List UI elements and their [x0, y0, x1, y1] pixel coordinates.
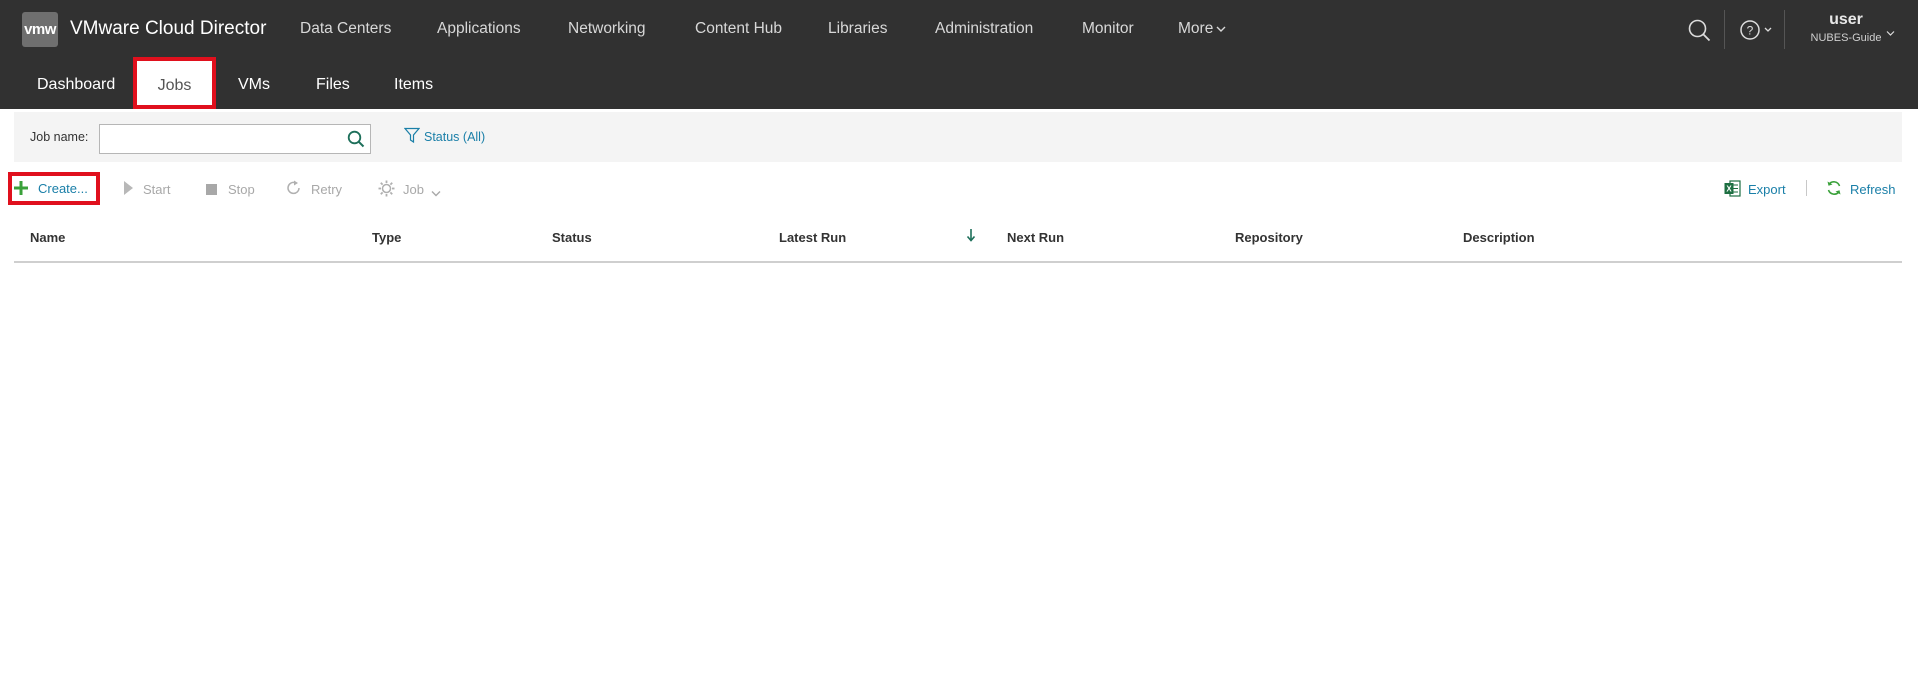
export-label: Export	[1748, 182, 1786, 197]
nav-administration[interactable]: Administration	[935, 20, 1033, 38]
play-icon	[123, 180, 135, 199]
user-name[interactable]: user	[1806, 11, 1886, 29]
toolbar-divider	[1806, 180, 1807, 196]
user-org[interactable]: NUBES-Guide	[1796, 32, 1896, 44]
sub-navigation: Dashboard VMs Files Items	[0, 59, 1918, 109]
stop-icon	[206, 183, 217, 198]
svg-text:X: X	[1726, 185, 1732, 194]
chevron-down-icon	[431, 185, 441, 200]
tab-jobs-label: Jobs	[157, 77, 192, 94]
refresh-label: Refresh	[1850, 182, 1896, 197]
tab-vms[interactable]: VMs	[238, 76, 270, 94]
arrow-down-icon[interactable]	[966, 228, 976, 247]
retry-icon	[286, 180, 302, 199]
chevron-down-icon[interactable]	[1886, 24, 1895, 42]
nav-applications[interactable]: Applications	[437, 20, 521, 38]
column-header-name[interactable]: Name	[30, 230, 65, 245]
jobs-grid-body	[14, 263, 1902, 683]
refresh-icon	[1826, 180, 1842, 199]
excel-icon: X	[1724, 180, 1741, 200]
job-name-search	[99, 124, 371, 154]
nav-content-hub[interactable]: Content Hub	[695, 20, 782, 38]
tab-jobs[interactable]: Jobs	[133, 57, 216, 109]
job-name-input[interactable]	[106, 125, 340, 153]
search-icon[interactable]	[1688, 19, 1711, 47]
gear-icon	[378, 180, 395, 200]
nav-libraries[interactable]: Libraries	[828, 20, 887, 38]
filter-bar: Job name: Status (All)	[14, 112, 1902, 162]
help-circle-icon[interactable]: ?	[1740, 19, 1774, 46]
stop-label: Stop	[228, 182, 255, 197]
column-header-type[interactable]: Type	[372, 230, 401, 245]
column-header-next-run[interactable]: Next Run	[1007, 230, 1064, 245]
start-label: Start	[143, 182, 171, 197]
vmware-logo[interactable]: vmw	[22, 12, 58, 47]
header-divider	[1724, 10, 1725, 49]
column-header-status[interactable]: Status	[552, 230, 592, 245]
retry-label: Retry	[311, 182, 343, 197]
toolbar: Start Stop Retry Job X Export Refresh	[0, 170, 1918, 208]
column-header-description[interactable]: Description	[1463, 230, 1535, 245]
column-header-repository[interactable]: Repository	[1235, 230, 1303, 245]
tab-dashboard[interactable]: Dashboard	[37, 76, 115, 94]
funnel-icon	[403, 127, 421, 147]
header-divider	[1784, 10, 1785, 49]
search-icon[interactable]	[347, 130, 365, 153]
status-filter-label: Status (All)	[424, 130, 486, 144]
nav-networking[interactable]: Networking	[568, 20, 646, 38]
jobs-grid-header: Name Type Status Latest Run Next Run Rep…	[14, 222, 1902, 262]
chevron-down-icon	[1216, 20, 1226, 38]
job-label: Job	[403, 182, 424, 197]
job-name-label: Job name:	[30, 130, 89, 144]
top-header-bar: vmw VMware Cloud Director Data Centers A…	[0, 0, 1918, 59]
nav-data-centers[interactable]: Data Centers	[300, 20, 391, 38]
app-title[interactable]: VMware Cloud Director	[70, 18, 266, 40]
tab-files[interactable]: Files	[316, 76, 350, 94]
svg-text:?: ?	[1747, 24, 1754, 38]
tab-items[interactable]: Items	[394, 76, 433, 94]
nav-more[interactable]: More	[1178, 20, 1226, 38]
column-header-latest-run[interactable]: Latest Run	[779, 230, 846, 245]
nav-more-label: More	[1178, 20, 1214, 37]
nav-monitor[interactable]: Monitor	[1082, 20, 1134, 38]
